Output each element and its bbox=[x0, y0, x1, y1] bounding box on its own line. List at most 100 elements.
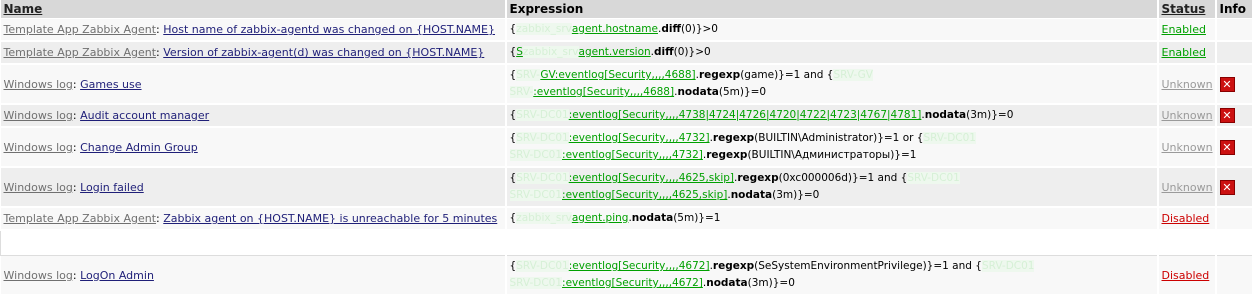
name-separator: : bbox=[72, 109, 81, 122]
host-link[interactable]: Windows log bbox=[4, 109, 73, 122]
item-key-link[interactable]: agent.ping bbox=[572, 212, 629, 224]
expression-cell: {SRV-GV:eventlog[Security,,,,4688].regex… bbox=[505, 64, 1159, 105]
name-separator: : bbox=[72, 140, 81, 154]
status-link[interactable]: Unknown bbox=[1162, 141, 1213, 154]
item-key-link[interactable]: :eventlog[Security,,,,4738|4724|4726|472… bbox=[569, 109, 922, 121]
function-name: diff bbox=[661, 23, 681, 35]
error-x-icon[interactable]: ✕ bbox=[1219, 76, 1235, 92]
error-x-icon[interactable]: ✕ bbox=[1219, 139, 1235, 155]
host-key-link-obscured[interactable]: SRV- bbox=[509, 86, 534, 98]
item-key-link[interactable]: :eventlog[Security,,,,4625,skip] bbox=[562, 189, 727, 201]
host-link[interactable]: Template App Zabbix Agent bbox=[4, 46, 157, 59]
column-header-name[interactable]: Name bbox=[0, 0, 507, 19]
expression-text: (0xc000006d)}=1 and { bbox=[778, 172, 908, 184]
host-key-link-obscured[interactable]: SRV-DC01 bbox=[923, 132, 976, 144]
item-key-link[interactable]: GV:eventlog[Security,,,,4688] bbox=[540, 69, 695, 81]
info-cell bbox=[1215, 18, 1252, 42]
info-cell: ✕ bbox=[1215, 104, 1252, 128]
expression-text: (BUILTIN\Администраторы)}=1 bbox=[747, 149, 917, 161]
host-link[interactable]: Windows log bbox=[4, 141, 73, 154]
item-key-link[interactable]: :eventlog[Security,,,,4732] bbox=[562, 149, 703, 161]
host-key-link-obscured[interactable]: SRV- bbox=[516, 69, 541, 81]
function-name: nodata bbox=[924, 109, 967, 121]
table-row: Template App Zabbix Agent: Host name of … bbox=[0, 18, 1252, 42]
trigger-link[interactable]: Games use bbox=[80, 78, 141, 91]
status-link[interactable]: Disabled bbox=[1162, 212, 1210, 225]
expression-cell: {Szabbix_srvagent.version.diff(0)}>0 bbox=[505, 41, 1159, 65]
table-row: Windows log: Audit account manager {SRV-D… bbox=[0, 104, 1252, 128]
item-key-link[interactable]: :eventlog[Security,,,,4732] bbox=[569, 132, 710, 144]
trigger-name-cell: Template App Zabbix Agent: Host name of … bbox=[0, 18, 507, 42]
host-key-link-obscured[interactable]: zabbix_srv bbox=[516, 23, 572, 35]
host-key-link-obscured[interactable]: zabbix_srv bbox=[516, 212, 572, 224]
status-cell: Disabled bbox=[1157, 207, 1217, 231]
trigger-link[interactable]: Version of zabbix-agent(d) was changed o… bbox=[163, 46, 484, 59]
item-key-link[interactable]: agent.version bbox=[579, 46, 651, 58]
status-cell: Unknown bbox=[1157, 64, 1217, 105]
expression-text: (3m)}=0 bbox=[747, 277, 795, 289]
trigger-link[interactable]: Zabbix agent on {HOST.NAME} is unreachab… bbox=[163, 212, 497, 225]
item-key-link[interactable]: S bbox=[516, 46, 523, 58]
status-link[interactable]: Enabled bbox=[1162, 46, 1206, 59]
error-x-icon[interactable]: ✕ bbox=[1219, 108, 1235, 123]
info-cell: ✕ bbox=[1215, 167, 1252, 208]
trigger-link[interactable]: Host name of zabbix-agentd was changed o… bbox=[163, 23, 495, 36]
status-cell: Enabled bbox=[1157, 18, 1217, 42]
expression-cell: {SRV-DC01:eventlog[Security,,,,4672].reg… bbox=[505, 255, 1159, 296]
status-cell: Unknown bbox=[1157, 127, 1217, 168]
trigger-name-cell: Template App Zabbix Agent: Version of za… bbox=[0, 41, 507, 65]
info-cell: ✕ bbox=[1215, 127, 1252, 168]
expression-text: (0)}>0 bbox=[673, 46, 711, 58]
trigger-link[interactable]: Audit account manager bbox=[80, 109, 209, 122]
status-link[interactable]: Unknown bbox=[1162, 109, 1213, 122]
host-key-link-obscured[interactable]: SRV-DC01 bbox=[516, 132, 569, 144]
function-name: nodata bbox=[631, 212, 674, 224]
function-name: regexp bbox=[737, 172, 779, 184]
host-link[interactable]: Windows log bbox=[4, 78, 73, 91]
expression-text: (0)}>0 bbox=[680, 23, 718, 35]
info-cell bbox=[1215, 41, 1252, 65]
host-link[interactable]: Template App Zabbix Agent bbox=[4, 23, 157, 36]
function-name: regexp bbox=[706, 149, 748, 161]
trigger-name-cell: Windows log: Games use bbox=[0, 64, 507, 105]
status-cell: Disabled bbox=[1157, 255, 1217, 296]
column-header-status[interactable]: Status bbox=[1157, 0, 1217, 19]
host-key-link-obscured[interactable]: SRV-DC01 bbox=[907, 172, 960, 184]
status-cell: Unknown bbox=[1157, 104, 1217, 128]
host-key-link-obscured[interactable]: SRV-DC01 bbox=[509, 149, 563, 161]
host-key-link-obscured[interactable]: SRV-DC01 bbox=[509, 277, 563, 289]
host-key-link-obscured[interactable]: SRV-GV bbox=[833, 69, 873, 81]
trigger-name-cell: Windows log: Login failed bbox=[0, 167, 507, 208]
host-key-link-obscured[interactable]: SRV-DC01 bbox=[516, 172, 569, 184]
expression-text: (5m)}=0 bbox=[718, 86, 767, 98]
expression-text: (3m)}=0 bbox=[772, 189, 820, 201]
table-row: Windows log: LogOn Admin {SRV-DC01:eventl… bbox=[0, 255, 1252, 296]
table-row: Windows log: Login failed {SRV-DC01:event… bbox=[0, 167, 1252, 208]
host-link[interactable]: Template App Zabbix Agent bbox=[4, 212, 157, 225]
info-cell bbox=[1215, 255, 1252, 296]
host-link[interactable]: Windows log bbox=[4, 269, 73, 282]
host-key-link-obscured[interactable]: SRV-DC01 bbox=[516, 109, 569, 121]
trigger-link[interactable]: Login failed bbox=[80, 181, 144, 194]
status-link[interactable]: Unknown bbox=[1162, 78, 1213, 91]
host-link[interactable]: Windows log bbox=[4, 181, 73, 194]
expression-cell: {zabbix_srvagent.hostname.diff(0)}>0 bbox=[505, 18, 1159, 42]
item-key-link[interactable]: :eventlog[Security,,,,4672] bbox=[569, 260, 710, 272]
expression-text: (BUILTIN\Administrator)}=1 or { bbox=[754, 132, 924, 144]
status-cell: Enabled bbox=[1157, 41, 1217, 65]
item-key-link[interactable]: :eventlog[Security,,,,4625,skip] bbox=[569, 172, 734, 184]
host-key-link-obscured[interactable]: SRV-DC01 bbox=[509, 189, 563, 201]
host-key-link-obscured[interactable]: SRV-DC01 bbox=[516, 260, 569, 272]
trigger-link[interactable]: Change Admin Group bbox=[80, 141, 198, 154]
trigger-link[interactable]: LogOn Admin bbox=[80, 269, 154, 282]
item-key-link[interactable]: :eventlog[Security,,,,4688] bbox=[533, 86, 674, 98]
status-link[interactable]: Enabled bbox=[1162, 23, 1206, 36]
item-key-link[interactable]: :eventlog[Security,,,,4672] bbox=[562, 277, 703, 289]
error-x-icon[interactable]: ✕ bbox=[1219, 179, 1235, 195]
function-name: regexp bbox=[712, 132, 755, 144]
item-key-link[interactable]: agent.hostname bbox=[572, 23, 658, 35]
status-link[interactable]: Disabled bbox=[1162, 269, 1210, 282]
status-link[interactable]: Unknown bbox=[1162, 181, 1213, 194]
host-key-link-obscured[interactable]: SRV-DC01 bbox=[981, 260, 1035, 272]
host-key-link-obscured[interactable]: zabbix_srv bbox=[522, 46, 579, 58]
